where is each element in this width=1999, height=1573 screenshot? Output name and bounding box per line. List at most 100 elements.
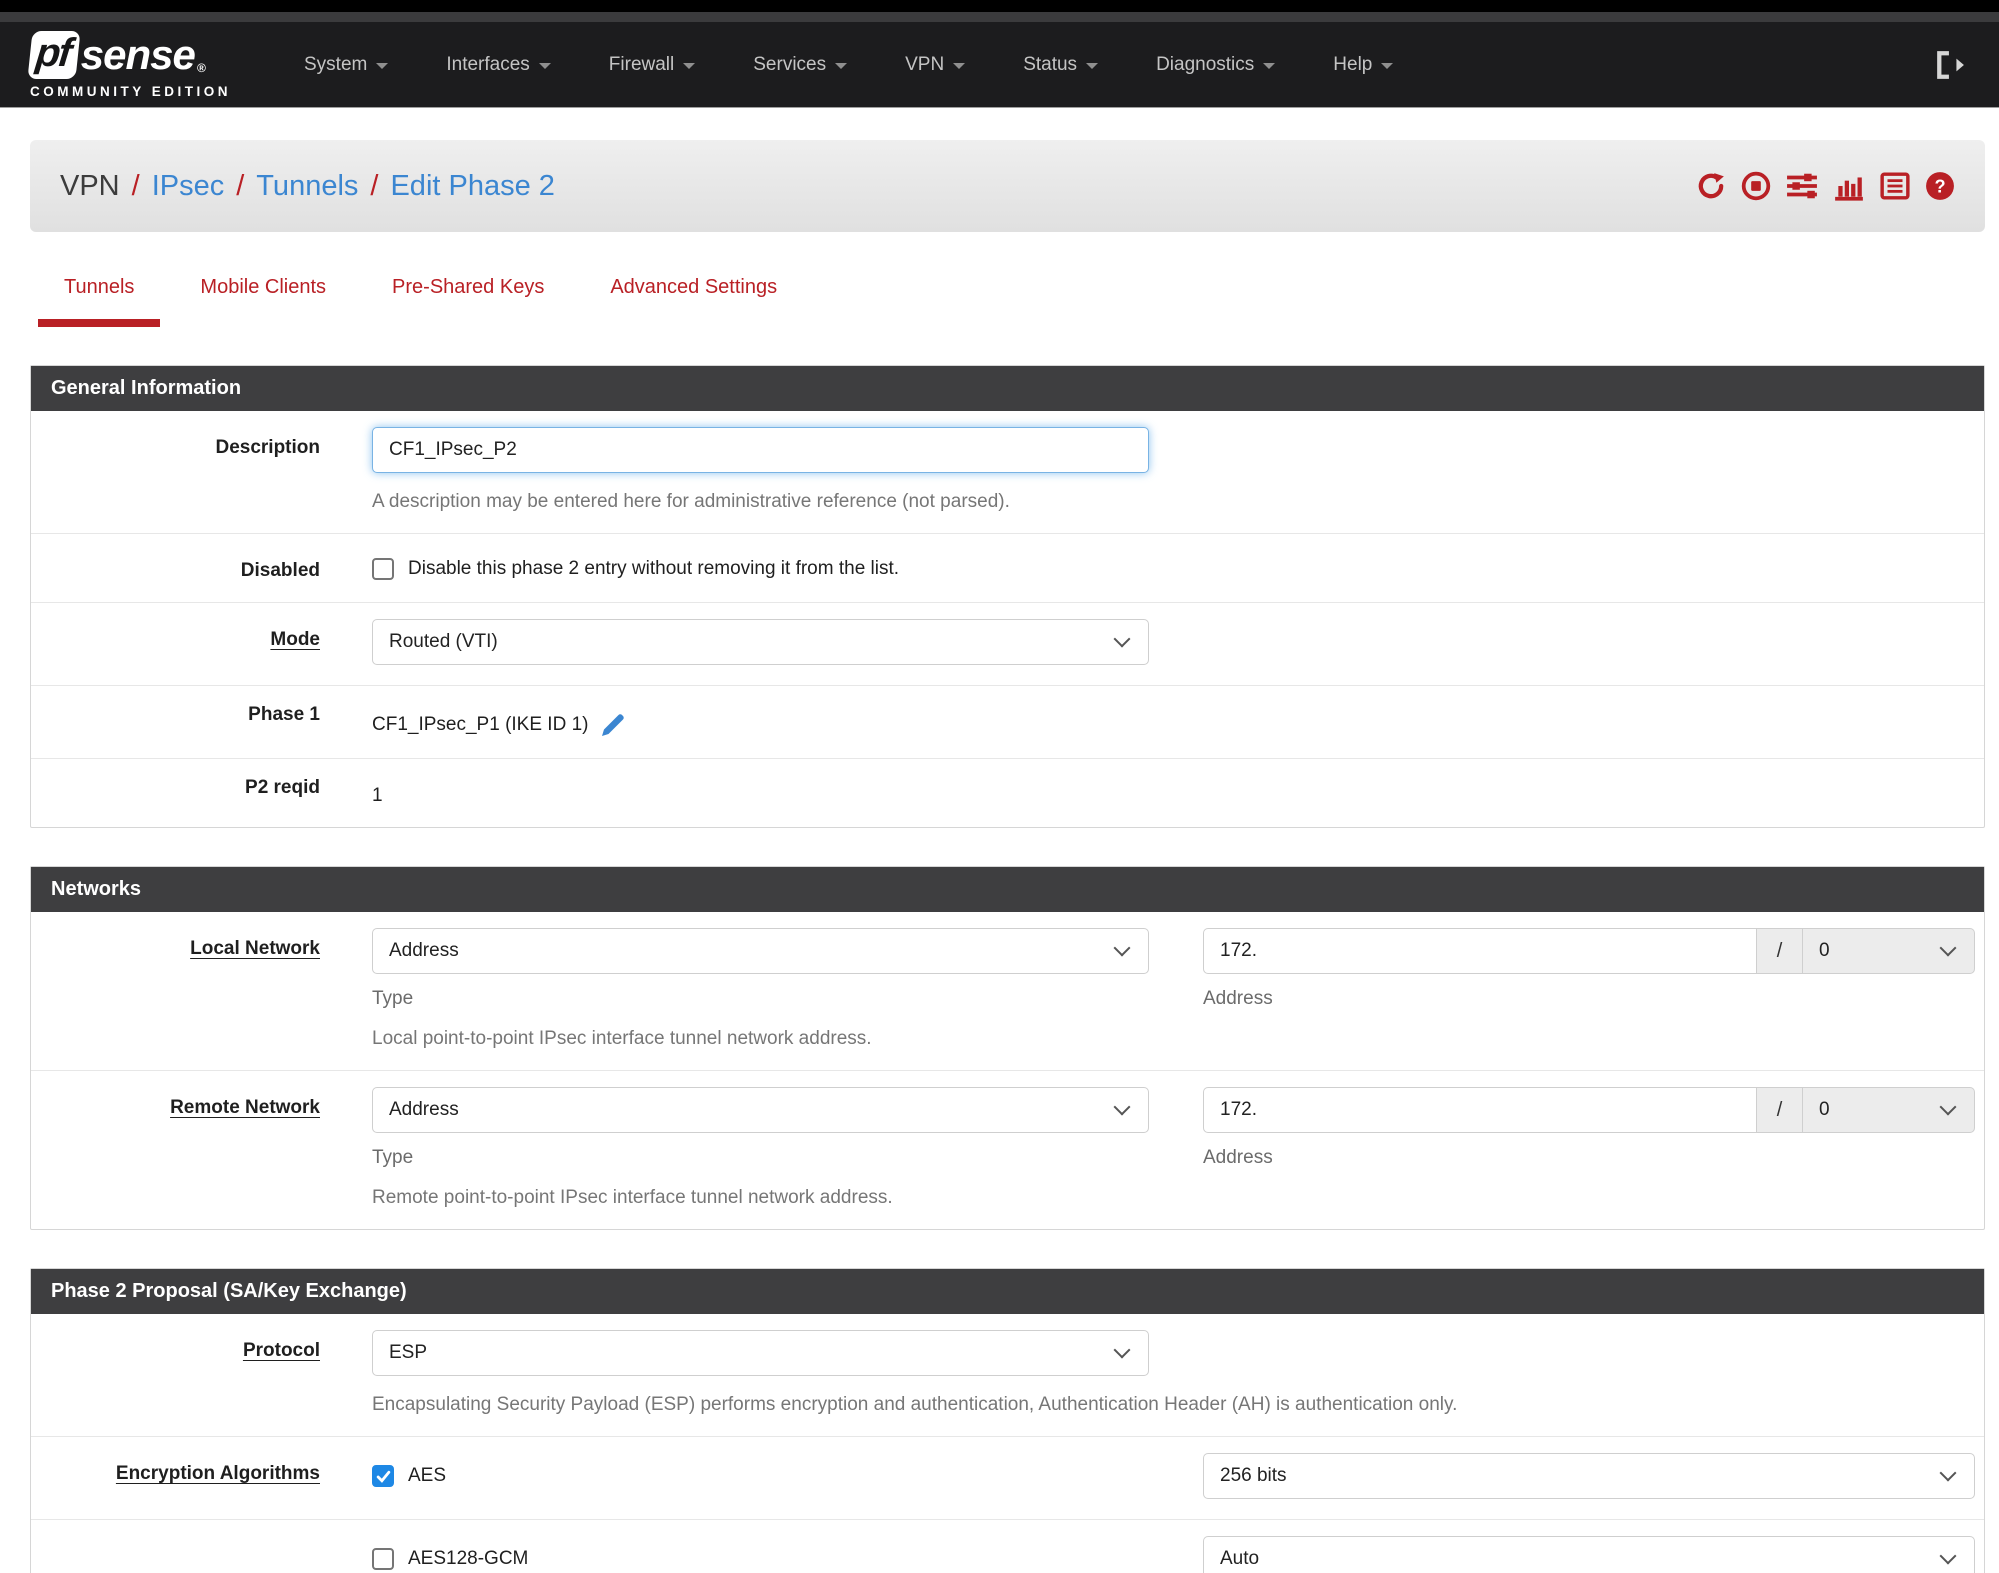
chevron-down-icon	[1113, 1341, 1131, 1359]
breadcrumb-root: VPN	[60, 169, 120, 202]
status-graph-button[interactable]	[1833, 171, 1865, 201]
breadcrumb-separator: /	[236, 169, 245, 202]
check-icon	[376, 1470, 390, 1483]
section-title: General Information	[31, 366, 1984, 411]
address-caption: Address	[1203, 988, 1273, 1009]
local-network-prefix-value: 0	[1819, 940, 1830, 961]
svg-text:?: ?	[1934, 176, 1945, 196]
nav-item-status[interactable]: Status	[994, 54, 1127, 76]
caret-down-icon	[1263, 63, 1276, 69]
tab-mobile-clients[interactable]: Mobile Clients	[174, 276, 352, 327]
tab-advanced-settings[interactable]: Advanced Settings	[584, 276, 803, 327]
filter-button[interactable]	[1786, 171, 1818, 201]
nav-item-diagnostics[interactable]: Diagnostics	[1127, 54, 1304, 76]
slash-separator: /	[1757, 928, 1803, 974]
remote-network-prefix-select[interactable]: 0	[1803, 1087, 1975, 1133]
aes-bits-select[interactable]: 256 bits	[1203, 1453, 1975, 1499]
local-network-type-select[interactable]: Address	[372, 928, 1149, 974]
nav-item-help[interactable]: Help	[1304, 54, 1422, 76]
panel-phase2-proposal: Phase 2 Proposal (SA/Key Exchange) Proto…	[30, 1268, 1985, 1573]
nav-label: Firewall	[608, 53, 675, 75]
tab-tunnels[interactable]: Tunnels	[38, 276, 161, 327]
tab-pre-shared-keys[interactable]: Pre-Shared Keys	[366, 276, 570, 327]
protocol-select[interactable]: ESP	[372, 1330, 1149, 1376]
breadcrumb-separator: /	[131, 169, 140, 202]
row-description: Description A description may be entered…	[31, 411, 1984, 534]
remote-network-type-value: Address	[389, 1099, 459, 1120]
chevron-down-icon	[1939, 1547, 1957, 1565]
nav-item-services[interactable]: Services	[724, 54, 876, 76]
aes128gcm-bits-value: Auto	[1220, 1548, 1260, 1569]
stop-circle-icon	[1741, 171, 1771, 201]
window-title-strip	[0, 12, 1999, 22]
section-title: Phase 2 Proposal (SA/Key Exchange)	[31, 1269, 1984, 1314]
aes128gcm-checkbox[interactable]	[372, 1548, 394, 1570]
aes-checkbox[interactable]	[372, 1465, 394, 1487]
chevron-down-icon	[1939, 939, 1957, 957]
local-network-label: Local Network	[190, 938, 320, 959]
panel-networks: Networks Local Network Address Type /	[30, 866, 1985, 1230]
remote-network-type-select[interactable]: Address	[372, 1087, 1149, 1133]
nav-item-firewall[interactable]: Firewall	[580, 54, 724, 76]
chevron-down-icon	[1113, 1098, 1131, 1116]
disabled-checkbox[interactable]	[372, 558, 394, 580]
breadcrumb-separator: /	[370, 169, 379, 202]
nav-item-interfaces[interactable]: Interfaces	[417, 54, 579, 76]
caret-down-icon	[1086, 63, 1099, 69]
page-toolbar: ?	[1696, 171, 1955, 201]
caret-down-icon	[953, 63, 966, 69]
remote-network-prefix-value: 0	[1819, 1099, 1830, 1120]
logout-button[interactable]	[1935, 50, 1965, 80]
mode-label: Mode	[270, 629, 320, 650]
protocol-help: Encapsulating Security Payload (ESP) per…	[372, 1394, 1458, 1415]
breadcrumb: VPN / IPsec / Tunnels / Edit Phase 2	[60, 170, 555, 203]
local-network-address-input[interactable]	[1203, 928, 1757, 974]
chevron-down-icon	[1939, 1098, 1957, 1116]
nav-label: Interfaces	[446, 53, 530, 75]
row-remote-network: Remote Network Address Type / 0	[31, 1071, 1984, 1229]
row-local-network: Local Network Address Type / 0	[31, 912, 1984, 1071]
nav-label: VPN	[905, 53, 945, 75]
breadcrumb-link-ipsec[interactable]: IPsec	[152, 170, 225, 203]
nav-menu: System Interfaces Firewall Services VPN …	[275, 54, 1422, 76]
aes-bits-value: 256 bits	[1220, 1465, 1287, 1486]
aes128gcm-bits-select[interactable]: Auto	[1203, 1536, 1975, 1573]
caret-down-icon	[683, 63, 696, 69]
description-input[interactable]	[372, 427, 1149, 473]
refresh-button[interactable]	[1696, 171, 1726, 201]
description-help: A description may be entered here for ad…	[372, 491, 1010, 512]
top-navbar: pf sense ® COMMUNITY EDITION System Inte…	[0, 22, 1999, 108]
section-title: Networks	[31, 867, 1984, 912]
disabled-checkbox-label: Disable this phase 2 entry without remov…	[408, 558, 900, 579]
row-encryption-aes128gcm: AES128-GCM Auto	[31, 1520, 1984, 1573]
row-phase1: Phase 1 CF1_IPsec_P1 (IKE ID 1)	[31, 686, 1984, 759]
pfsense-logo[interactable]: pf sense ® COMMUNITY EDITION	[27, 30, 231, 99]
edit-phase1-button[interactable]	[600, 712, 626, 738]
mode-select[interactable]: Routed (VTI)	[372, 619, 1149, 665]
protocol-label: Protocol	[242, 1340, 320, 1361]
chevron-down-icon	[1939, 1464, 1957, 1482]
nav-label: Services	[753, 53, 827, 75]
list-log-icon	[1880, 172, 1910, 200]
local-network-help: Local point-to-point IPsec interface tun…	[372, 1028, 872, 1049]
breadcrumb-link-edit-phase2[interactable]: Edit Phase 2	[390, 170, 554, 203]
nav-item-vpn[interactable]: VPN	[876, 54, 994, 76]
chevron-down-icon	[1113, 630, 1131, 648]
local-network-type-value: Address	[389, 940, 459, 961]
remote-network-address-input[interactable]	[1203, 1087, 1757, 1133]
stop-button[interactable]	[1741, 171, 1771, 201]
encryption-algorithms-label: Encryption Algorithms	[115, 1463, 320, 1484]
bar-chart-icon	[1835, 177, 1863, 201]
refresh-icon	[1698, 173, 1724, 199]
nav-label: Diagnostics	[1156, 53, 1255, 75]
help-button[interactable]: ?	[1925, 171, 1955, 201]
breadcrumb-bar: VPN / IPsec / Tunnels / Edit Phase 2 ?	[30, 140, 1985, 232]
p2reqid-label: P2 reqid	[245, 777, 320, 798]
log-button[interactable]	[1880, 171, 1910, 201]
nav-item-system[interactable]: System	[275, 54, 417, 76]
sliders-icon	[1787, 173, 1817, 199]
local-network-prefix-select[interactable]: 0	[1803, 928, 1975, 974]
caret-down-icon	[835, 63, 848, 69]
window-top-strip	[0, 0, 1999, 12]
breadcrumb-link-tunnels[interactable]: Tunnels	[256, 170, 358, 203]
